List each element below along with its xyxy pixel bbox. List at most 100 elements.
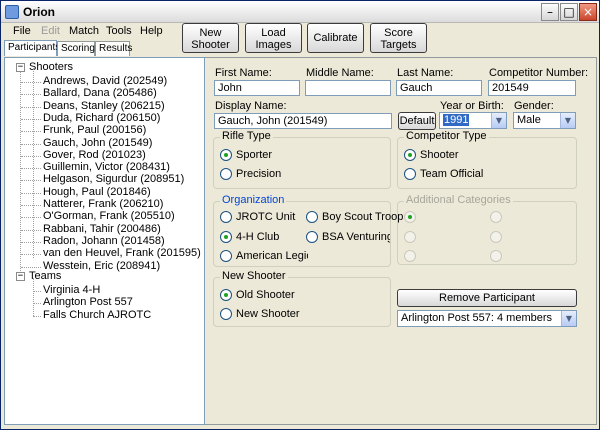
tab-results[interactable]: Results — [95, 41, 132, 56]
score-targets-label-2: Targets — [380, 39, 417, 51]
tree-node-shooter[interactable]: Helgason, Sigurdur (208951) — [43, 173, 184, 185]
bsa-venturing-crew-radio[interactable] — [306, 231, 318, 243]
gender-select[interactable]: Male ▼ — [513, 112, 576, 129]
close-button[interactable]: × — [579, 3, 597, 21]
tree-line — [33, 315, 41, 317]
menu-file[interactable]: File — [13, 25, 31, 37]
4h-club-radio[interactable] — [220, 231, 232, 243]
first-name-field[interactable]: John — [214, 80, 300, 96]
organization-group: Organization JROTC Unit Boy Scout Troop … — [213, 194, 403, 267]
new-shooter-radio[interactable] — [220, 308, 232, 320]
tree-line — [20, 71, 21, 279]
sporter-label: Sporter — [236, 149, 273, 161]
tree-node-shooter[interactable]: Ballard, Dana (205486) — [43, 87, 157, 99]
middle-name-field[interactable] — [305, 80, 391, 96]
category-radio-1 — [404, 211, 416, 223]
american-legion-club-label: American Legion Club — [236, 250, 308, 262]
tree-line — [21, 229, 41, 231]
tree-node-shooter[interactable]: Frunk, Paul (200156) — [43, 124, 146, 136]
tree-node-shooters[interactable]: Shooters — [29, 61, 73, 73]
display-name-field[interactable]: Gauch, John (201549) — [214, 113, 392, 129]
additional-categories-group: Additional Categories — [397, 194, 577, 265]
old-shooter-radio[interactable] — [220, 289, 232, 301]
bsa-venturing-crew-label: BSA Venturing Crew — [322, 231, 390, 243]
new-shooter-label-2: Shooter — [191, 39, 230, 51]
tree-node-team[interactable]: Arlington Post 557 — [43, 296, 133, 308]
new-shooter-button[interactable]: New Shooter — [182, 23, 239, 53]
team-official-radio[interactable] — [404, 168, 416, 180]
collapse-shooters-icon[interactable]: − — [16, 63, 25, 72]
tree-node-team[interactable]: Virginia 4-H — [43, 284, 100, 296]
last-name-field[interactable]: Gauch — [396, 80, 482, 96]
main-window: Orion – □ × File Edit Match Tools Help N… — [0, 0, 600, 430]
tree-node-shooter[interactable]: van den Heuvel, Frank (201595) — [43, 247, 201, 259]
boy-scout-troop-radio[interactable] — [306, 211, 318, 223]
tab-scoring[interactable]: Scoring — [57, 41, 95, 56]
collapse-teams-icon[interactable]: − — [16, 272, 25, 281]
participant-form: First Name: John Middle Name: Last Name:… — [205, 57, 597, 425]
team-select[interactable]: Arlington Post 557: 4 members ▼ — [397, 310, 577, 327]
precision-radio[interactable] — [220, 168, 232, 180]
chevron-down-icon[interactable]: ▼ — [561, 311, 576, 326]
calibrate-button[interactable]: Calibrate — [307, 23, 364, 53]
gender-label: Gender: — [514, 100, 554, 112]
menu-help[interactable]: Help — [140, 25, 163, 37]
year-label: Year or Birth: — [440, 100, 504, 112]
tree-node-shooter[interactable]: Guillemin, Victor (208431) — [43, 161, 170, 173]
tree-node-shooter[interactable]: O'Gorman, Frank (205510) — [43, 210, 175, 222]
tree-node-shooter[interactable]: Deans, Stanley (206215) — [43, 100, 165, 112]
tree-node-shooter[interactable]: Duda, Richard (206150) — [43, 112, 160, 124]
tree-line — [33, 68, 34, 258]
tree-node-shooter[interactable]: Gauch, John (201549) — [43, 137, 152, 149]
shooter-radio[interactable] — [404, 149, 416, 161]
tree-node-team[interactable]: Falls Church AJROTC — [43, 309, 151, 321]
participants-tree[interactable]: − Shooters Andrews, David (202549) Ballar… — [4, 57, 205, 425]
tree-line — [21, 192, 41, 194]
load-images-label-1: Load — [261, 27, 286, 39]
title-bar[interactable]: Orion – □ × — [1, 1, 599, 23]
remove-participant-button[interactable]: Remove Participant — [397, 289, 577, 307]
score-targets-button[interactable]: Score Targets — [370, 23, 427, 53]
chevron-down-icon[interactable]: ▼ — [491, 113, 506, 128]
tree-node-shooter[interactable]: Natterer, Frank (206210) — [43, 198, 163, 210]
new-shooter-label-1: New — [199, 27, 222, 39]
new-shooter-label: New Shooter — [236, 308, 300, 320]
competitor-type-group: Competitor Type Shooter Team Official — [397, 130, 577, 189]
menu-tools[interactable]: Tools — [106, 25, 132, 37]
chevron-down-icon[interactable]: ▼ — [560, 113, 575, 128]
tree-node-shooter[interactable]: Gover, Rod (201023) — [43, 149, 146, 161]
new-shooter-group: New Shooter Old Shooter New Shooter — [213, 270, 391, 327]
default-name-button[interactable]: Default — [398, 112, 436, 130]
tree-line — [33, 303, 41, 305]
maximize-button[interactable]: □ — [560, 3, 578, 21]
tree-line — [21, 131, 41, 133]
american-legion-club-radio[interactable] — [220, 250, 232, 262]
tree-node-shooter[interactable]: Andrews, David (202549) — [43, 75, 167, 87]
competitor-number-field[interactable]: 201549 — [488, 80, 576, 96]
tree-node-shooter[interactable]: Rabbani, Tahir (200486) — [43, 223, 161, 235]
category-radio-5 — [404, 250, 416, 262]
tab-participants[interactable]: Participants — [4, 40, 60, 56]
old-shooter-label: Old Shooter — [236, 289, 295, 301]
jrotc-unit-label: JROTC Unit — [236, 211, 296, 223]
menu-match[interactable]: Match — [69, 25, 99, 37]
jrotc-unit-radio[interactable] — [220, 211, 232, 223]
tree-line — [21, 266, 41, 268]
first-name-label: First Name: — [215, 67, 272, 79]
load-images-button[interactable]: Load Images — [245, 23, 302, 53]
tree-line — [33, 291, 41, 292]
sporter-radio[interactable] — [220, 149, 232, 161]
tree-line — [21, 168, 41, 170]
tree-line — [21, 94, 41, 96]
year-select[interactable]: 1991 ▼ — [439, 112, 507, 129]
category-radio-3 — [404, 231, 416, 243]
4h-club-label: 4-H Club — [236, 231, 280, 243]
tree-node-shooter[interactable]: Hough, Paul (201846) — [43, 186, 151, 198]
tree-node-shooter[interactable]: Radon, Johann (201458) — [43, 235, 165, 247]
rifle-type-group: Rifle Type Sporter Precision — [213, 130, 391, 189]
menu-edit: Edit — [41, 25, 60, 37]
minimize-button[interactable]: – — [541, 3, 559, 21]
competitor-type-title: Competitor Type — [404, 130, 489, 142]
category-radio-4 — [490, 231, 502, 243]
tree-line — [33, 278, 34, 316]
